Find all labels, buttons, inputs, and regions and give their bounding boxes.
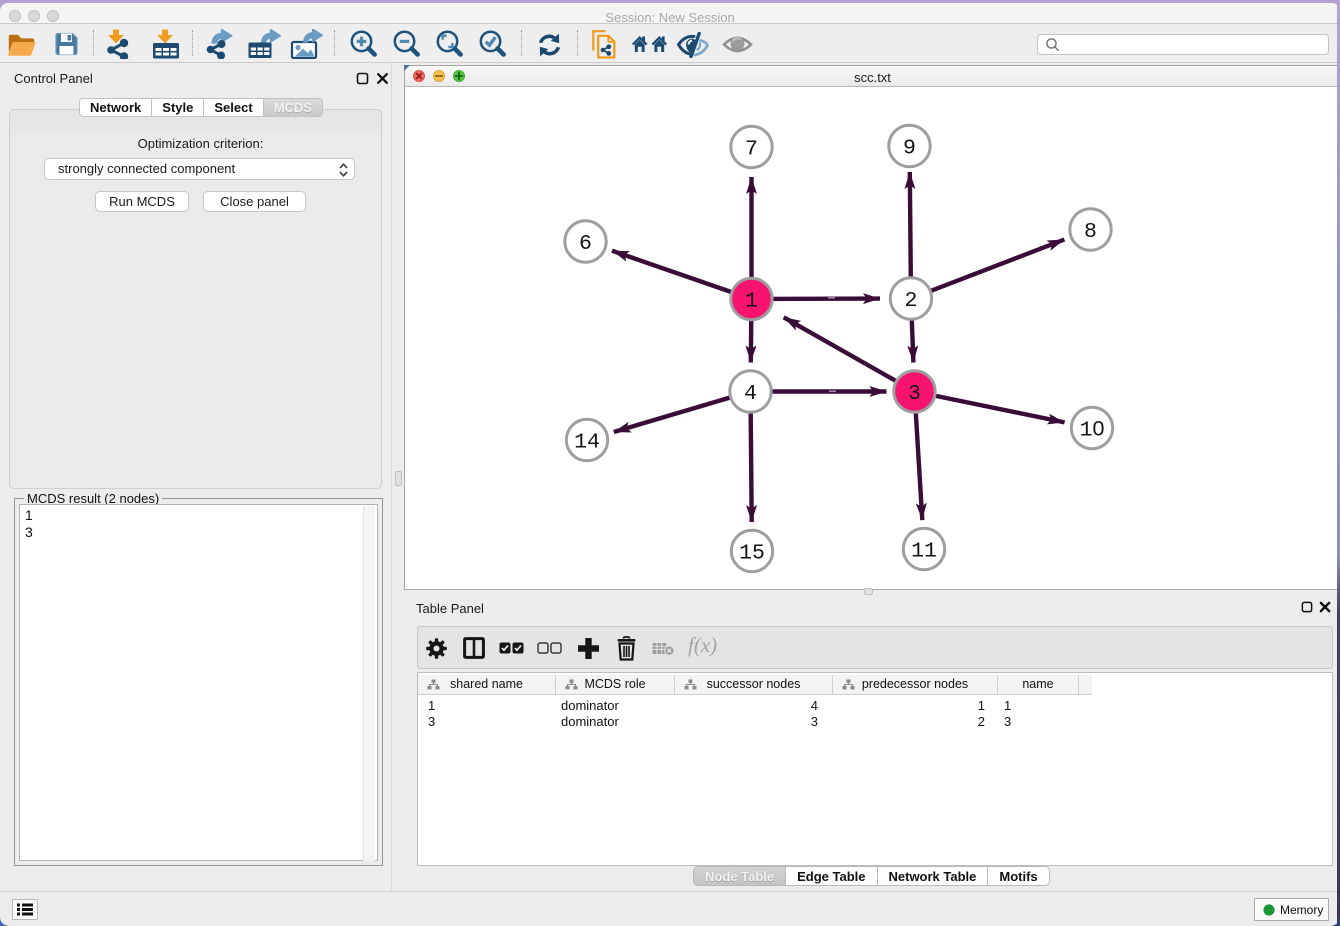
svg-text:6: 6: [579, 232, 592, 256]
svg-text:7: 7: [745, 138, 758, 162]
svg-text:3: 3: [908, 382, 921, 406]
svg-text:1: 1: [745, 290, 758, 314]
svg-text:8: 8: [1084, 220, 1097, 244]
svg-text:14: 14: [574, 431, 600, 455]
svg-text:10: 10: [1080, 417, 1105, 443]
svg-text:9: 9: [903, 137, 916, 161]
svg-text:11: 11: [911, 540, 937, 564]
svg-text:2: 2: [905, 289, 918, 313]
svg-text:15: 15: [739, 542, 765, 566]
svg-text:4: 4: [744, 382, 757, 406]
